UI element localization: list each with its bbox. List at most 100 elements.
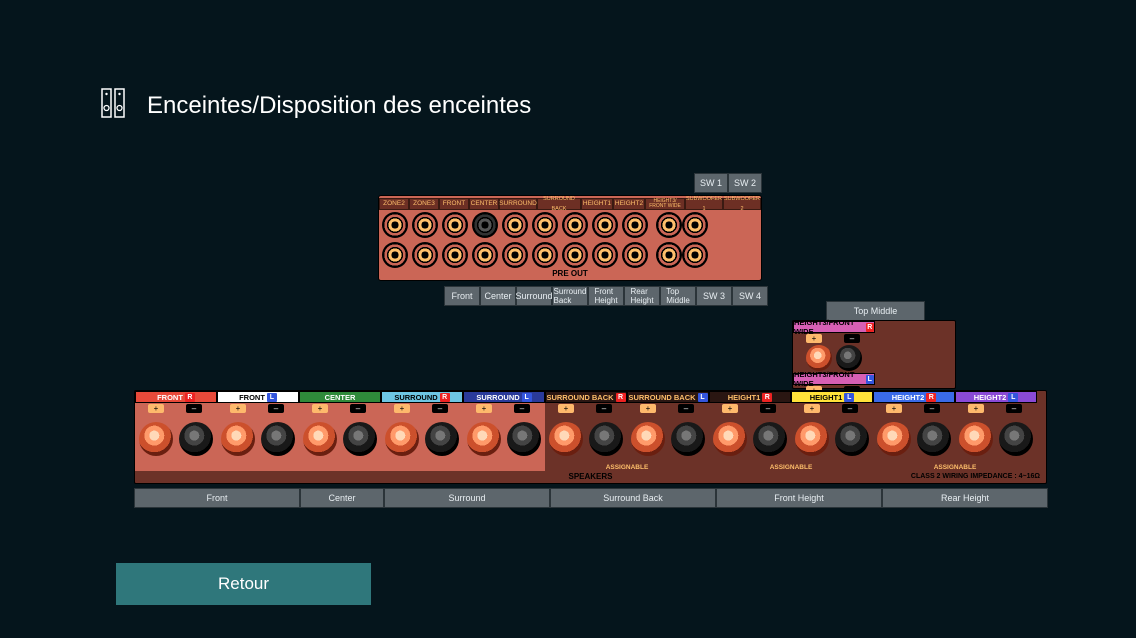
- minus-icon: –: [514, 404, 530, 413]
- rca-jack: [562, 242, 588, 268]
- speaker-channel-center: CENTER+ –: [299, 391, 381, 471]
- channel-label: CENTER: [299, 391, 381, 403]
- page-title: Enceintes/Disposition des enceintes: [101, 88, 531, 123]
- preout-btn-sback[interactable]: Surround Back: [552, 286, 588, 306]
- page-title-text: Enceintes/Disposition des enceintes: [147, 92, 531, 120]
- plus-icon: +: [312, 404, 328, 413]
- preout-btn-fheight[interactable]: Front Height: [588, 286, 624, 306]
- binding-post: [877, 422, 911, 456]
- minus-icon: –: [678, 404, 694, 413]
- speaker-channel-surround-r: SURROUNDR+–: [381, 391, 463, 471]
- channel-label: SURROUND BACKR: [545, 391, 627, 403]
- minus-icon: –: [842, 404, 858, 413]
- minus-icon: –: [844, 334, 860, 343]
- r-chip: R: [440, 393, 450, 402]
- rca-jack: [442, 212, 468, 238]
- sw2-button[interactable]: SW 2: [728, 173, 762, 193]
- preout-sw1-label: SUBWOOFER 1: [685, 198, 723, 210]
- binding-post: [261, 422, 295, 456]
- binding-post: [221, 422, 255, 456]
- binding-post: [467, 422, 501, 456]
- binding-post: [999, 422, 1033, 456]
- l-chip: L: [1008, 393, 1018, 402]
- binding-post: [959, 422, 993, 456]
- preout-btn-tmid[interactable]: Top Middle: [660, 286, 696, 306]
- preout-front-label: FRONT: [439, 198, 469, 210]
- speaker-channel-height2-l: HEIGHT2L+–: [955, 391, 1037, 471]
- assignable-label: ASSIGNABLE: [873, 464, 1037, 471]
- channel-label: HEIGHT1L: [791, 391, 873, 403]
- rca-jack: [682, 212, 708, 238]
- channel-label-text: SURROUND: [476, 393, 519, 402]
- preout-rca-grid: [382, 212, 710, 270]
- rca-jack: [532, 242, 558, 268]
- binding-post: [507, 422, 541, 456]
- speaker-channel-height2-r: HEIGHT2R+–: [873, 391, 955, 471]
- height3-block: HEIGHT3/FRONT WIDER +– HEIGHT3/FRONT WID…: [792, 320, 956, 389]
- plus-icon: +: [806, 334, 822, 343]
- speakers-panel: FRONTR+–FRONTL+–CENTER+–SURROUNDR+–SURRO…: [134, 390, 1047, 484]
- channel-label-text: SURROUND: [394, 393, 437, 402]
- channel-label-text: HEIGHT1: [810, 393, 843, 402]
- rca-jack: [472, 242, 498, 268]
- speaker-channel-height1-l: HEIGHT1L+ –: [791, 391, 873, 471]
- channel-label: FRONTL: [217, 391, 299, 403]
- zone2-label: ZONE2: [379, 198, 409, 210]
- btm-btn-front[interactable]: Front: [134, 488, 300, 508]
- btm-btn-surround[interactable]: Surround: [384, 488, 550, 508]
- channel-label: HEIGHT2L: [955, 391, 1037, 403]
- speaker-bottom-buttons: Front Center Surround Surround Back Fron…: [134, 488, 1048, 508]
- speaker-channel-surround-l: SURROUNDL+–: [463, 391, 545, 471]
- speakers-footer-right: CLASS 2 WIRING IMPEDANCE : 4~16Ω: [911, 471, 1040, 483]
- plus-icon: +: [394, 404, 410, 413]
- btm-btn-fheight[interactable]: Front Height: [716, 488, 882, 508]
- speakers-icon: [101, 88, 127, 123]
- l-chip: L: [698, 393, 708, 402]
- preout-btn-surround[interactable]: Surround: [516, 286, 552, 306]
- rca-jack: [502, 212, 528, 238]
- preout-btn-sw4[interactable]: SW 4: [732, 286, 768, 306]
- plus-icon: +: [558, 404, 574, 413]
- binding-post: [835, 422, 869, 456]
- rca-jack: [382, 212, 408, 238]
- preout-btn-sw3[interactable]: SW 3: [696, 286, 732, 306]
- subwoofer-top-buttons: SW 1 SW 2: [694, 173, 762, 193]
- binding-post: [589, 422, 623, 456]
- binding-post: [179, 422, 213, 456]
- channel-label-text: SURROUND BACK: [628, 393, 695, 402]
- speaker-channel-surround-back-r: SURROUND BACKR+ –: [545, 391, 627, 471]
- preout-buttons: Front Center Surround Surround Back Fron…: [444, 286, 768, 306]
- minus-icon: –: [350, 404, 366, 413]
- preout-sw2-label: SUBWOOFER 2: [723, 198, 761, 210]
- rca-jack: [412, 212, 438, 238]
- binding-post: [836, 345, 862, 371]
- plus-icon: +: [804, 404, 820, 413]
- btm-btn-rheight[interactable]: Rear Height: [882, 488, 1048, 508]
- preout-labels: ZONE2 ZONE3 FRONT CENTER SURROUND SURROU…: [379, 198, 761, 210]
- sw1-button[interactable]: SW 1: [694, 173, 728, 193]
- assignable-label: ASSIGNABLE: [709, 464, 873, 471]
- speaker-channel-height1-r: HEIGHT1R+–: [709, 391, 791, 471]
- preout-btn-rheight[interactable]: Rear Height: [624, 286, 660, 306]
- binding-post: [631, 422, 665, 456]
- plus-icon: +: [230, 404, 246, 413]
- rca-jack: [472, 212, 498, 238]
- preout-btn-center[interactable]: Center: [480, 286, 516, 306]
- assignable-label: ASSIGNABLE: [545, 464, 709, 471]
- rca-jack: [656, 212, 682, 238]
- l-chip: L: [522, 393, 532, 402]
- back-button[interactable]: Retour: [116, 563, 371, 605]
- h3-right-label: HEIGHT3/FRONT WIDER: [793, 321, 875, 333]
- binding-post: [385, 422, 419, 456]
- minus-icon: –: [596, 404, 612, 413]
- channel-label-text: SURROUND BACK: [546, 393, 613, 402]
- btm-btn-sback[interactable]: Surround Back: [550, 488, 716, 508]
- binding-post: [139, 422, 173, 456]
- channel-label-text: FRONT: [239, 393, 265, 402]
- channel-label: SURROUNDR: [381, 391, 463, 403]
- binding-post: [917, 422, 951, 456]
- preout-btn-front[interactable]: Front: [444, 286, 480, 306]
- btm-btn-center[interactable]: Center: [300, 488, 384, 508]
- minus-icon: –: [924, 404, 940, 413]
- plus-icon: +: [968, 404, 984, 413]
